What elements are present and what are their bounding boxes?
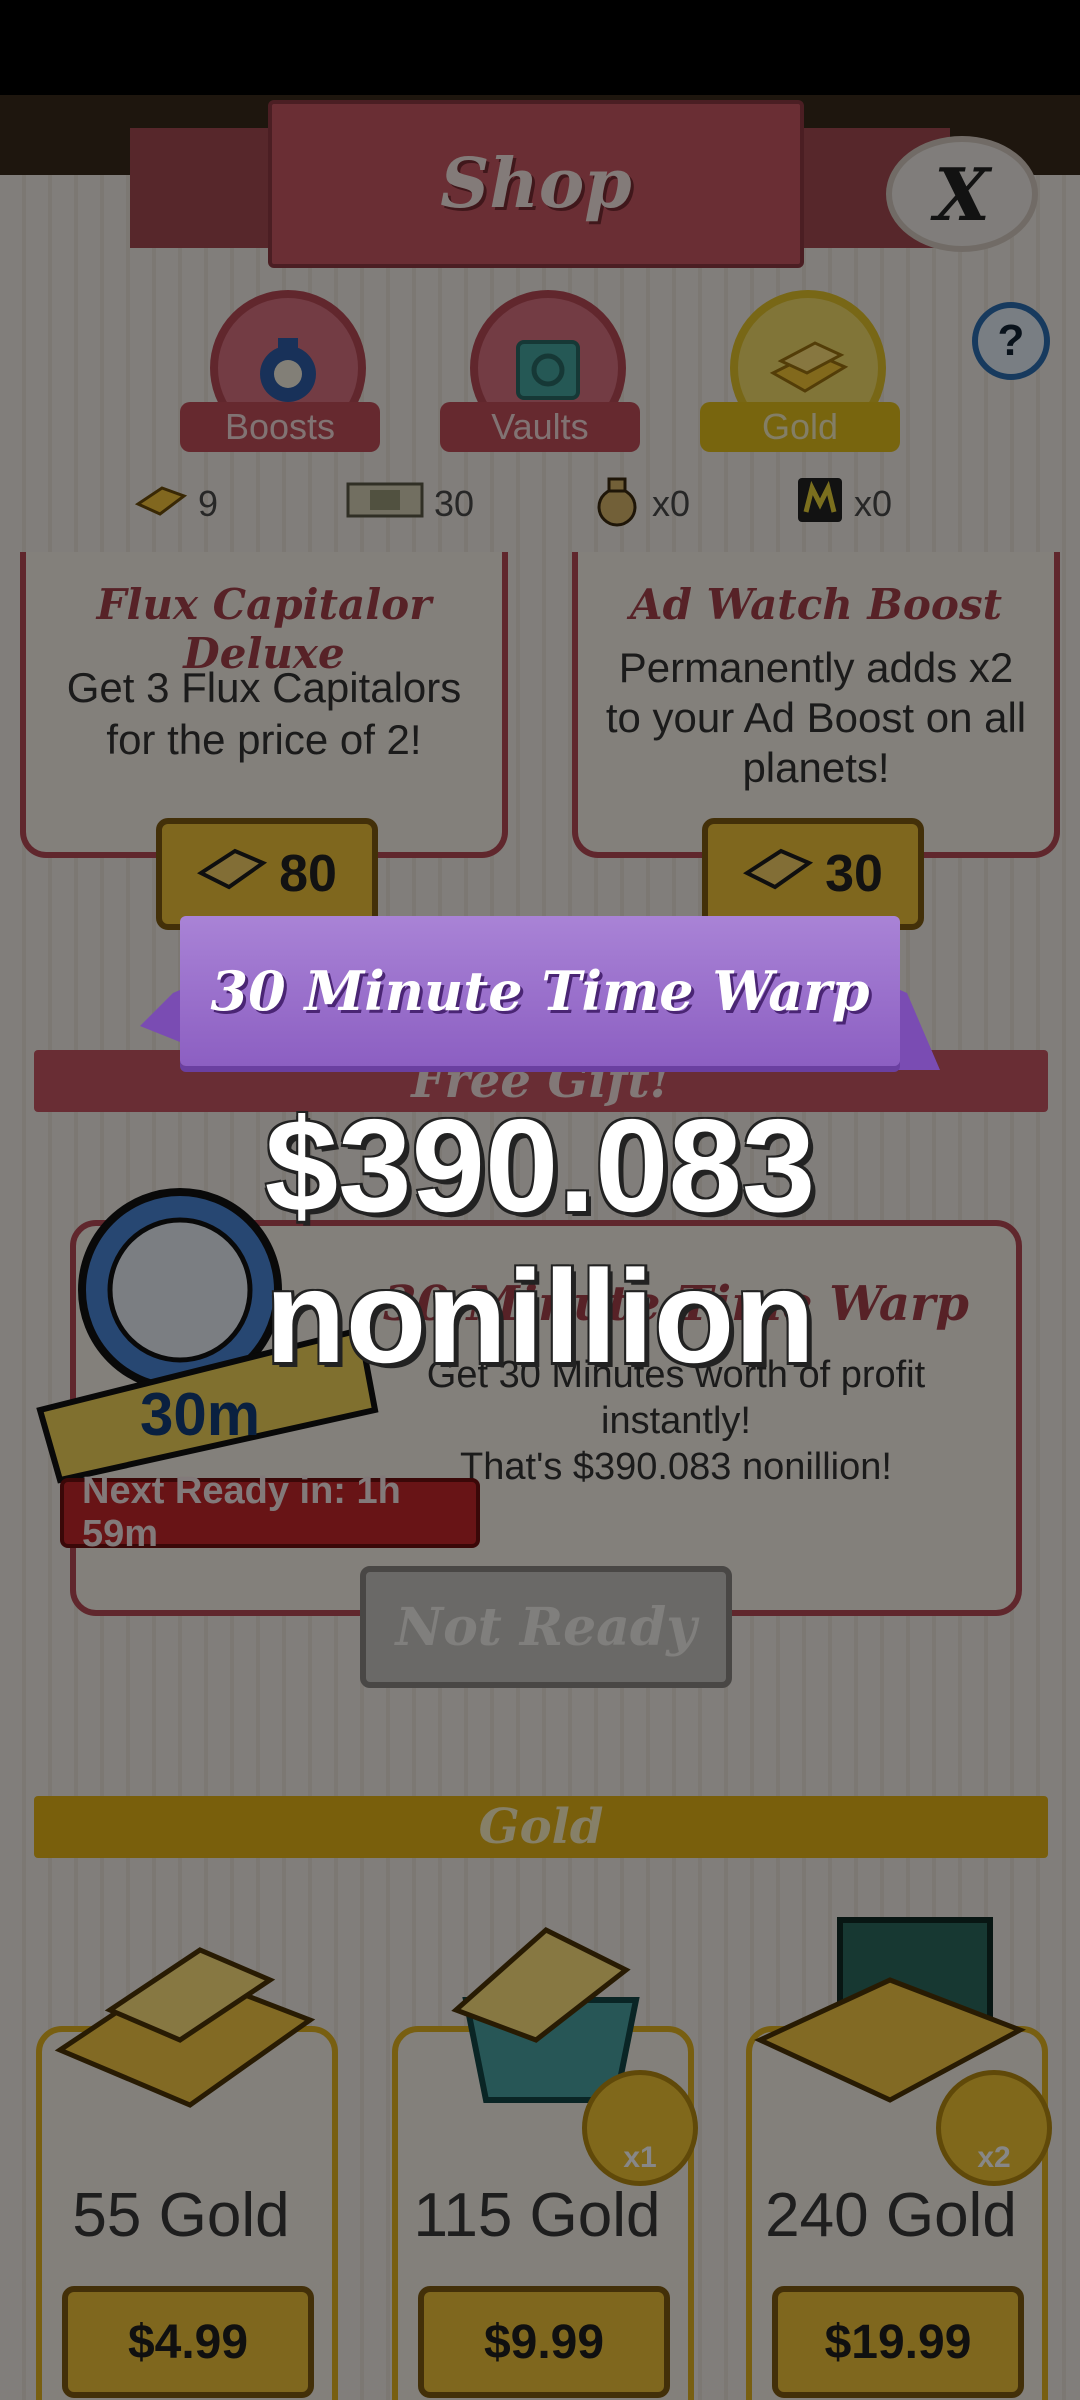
card-title: Ad Watch Boost	[629, 580, 1002, 629]
currency-megabucks: 30	[346, 476, 474, 532]
currency-money-bag-value: x0	[652, 483, 691, 524]
tab-gold-label: Gold	[700, 402, 900, 452]
popup-amount: $390.083 nonillion	[264, 1092, 816, 1390]
buy-115-gold-button[interactable]: $9.99	[418, 2286, 670, 2398]
gold-pile-icon	[40, 1930, 330, 2125]
help-button[interactable]: ?	[972, 302, 1050, 380]
card-desc-line: instantly!	[601, 1400, 751, 1442]
buy-ad-boost-button[interactable]: 30	[702, 818, 924, 930]
card-desc-line: to your Ad Boost on all	[605, 694, 1027, 741]
tab-vaults-label: Vaults	[440, 402, 640, 452]
megabucks-icon	[346, 480, 424, 529]
status-bar	[0, 0, 1080, 95]
badge-count: x2	[977, 2141, 1011, 2174]
price-label: 30	[825, 845, 883, 903]
shop-title: Shop	[440, 144, 632, 224]
card-desc-line: for the price of 2!	[106, 716, 422, 763]
currency-money-bag: x0	[592, 476, 690, 532]
currency-megaticket: x0	[796, 476, 892, 532]
gold-pack-label: 115 Gold	[413, 2181, 661, 2250]
card-ad-watch-boost: Ad Watch Boost Permanently adds x2 to yo…	[572, 552, 1060, 858]
tab-vaults[interactable]: Vaults	[440, 290, 640, 460]
game-screen: Shop X Boosts Vaults Gold ? 9 30 x0 x0 F…	[0, 0, 1080, 2400]
not-ready-button[interactable]: Not Ready	[360, 1566, 732, 1688]
gold-section-banner: Gold	[34, 1796, 1048, 1858]
card-flux-capitalor: Flux Capitalor Deluxe Get 3 Flux Capital…	[20, 552, 508, 858]
buy-55-gold-button[interactable]: $4.99	[62, 2286, 314, 2398]
mogul-badge: x2	[936, 2070, 1052, 2186]
close-button[interactable]: X	[886, 136, 1038, 252]
currency-gold-value: 9	[198, 483, 219, 524]
money-bag-icon	[592, 473, 642, 536]
megaticket-icon	[796, 476, 844, 533]
currency-megaticket-value: x0	[854, 483, 893, 524]
buy-240-gold-button[interactable]: $19.99	[772, 2286, 1024, 2398]
badge-count: x1	[623, 2141, 657, 2174]
price-label: 80	[279, 845, 337, 903]
gold-icon	[134, 482, 188, 527]
card-desc-line: Permanently adds x2	[618, 644, 1014, 691]
mogul-badge: x1	[582, 2070, 698, 2186]
next-ready-label: Next Ready in: 1h 59m	[82, 1470, 401, 1555]
tab-boosts-label: Boosts	[180, 402, 380, 452]
gold-pack-label: 55 Gold	[72, 2181, 290, 2250]
currency-gold: 9	[134, 476, 218, 532]
next-ready-badge: Next Ready in: 1h 59m	[60, 1470, 480, 1555]
tab-boosts[interactable]: Boosts	[180, 290, 380, 460]
tab-gold[interactable]: Gold	[700, 290, 900, 460]
gold-icon	[743, 844, 814, 904]
gold-icon	[197, 844, 268, 904]
card-desc-line: Get 3 Flux Capitalors	[66, 664, 462, 711]
popup-title: 30 Minute Time Warp	[210, 959, 870, 1023]
gold-pack-label: 240 Gold	[765, 2181, 1017, 2250]
shop-title-banner: Shop	[268, 100, 804, 268]
currency-megabucks-value: 30	[434, 483, 475, 524]
card-desc-line: planets!	[742, 744, 890, 791]
popup-title-ribbon: 30 Minute Time Warp	[180, 916, 900, 1066]
buy-flux-button[interactable]: 80	[156, 818, 378, 930]
